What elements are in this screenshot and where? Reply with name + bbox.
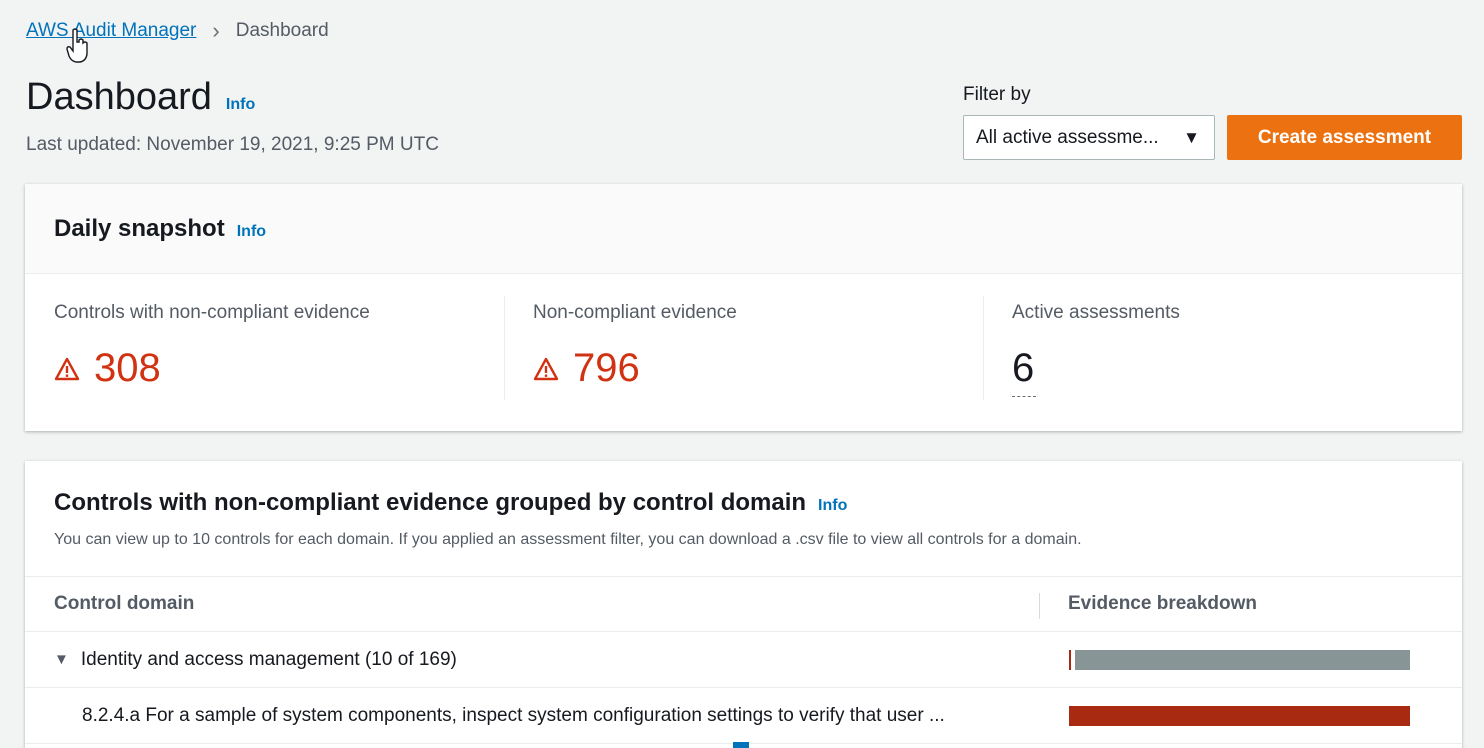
caret-expanded-icon[interactable]: ▼ xyxy=(54,651,69,668)
domain-label: Identity and access management (10 of 16… xyxy=(80,648,457,670)
metric-label: Non-compliant evidence xyxy=(533,302,737,323)
metric-noncompliant-evidence: Non-compliant evidence 796 xyxy=(504,274,983,430)
metric-number: 6 xyxy=(1012,346,1035,390)
text-cursor-marker xyxy=(733,742,749,748)
control-label[interactable]: 8.2.4.a For a sample of system component… xyxy=(82,705,945,727)
bar-noncompliant-segment xyxy=(1069,650,1071,670)
evidence-breakdown-bar[interactable] xyxy=(1069,650,1410,670)
bar-noncompliant-segment xyxy=(1069,706,1410,726)
daily-snapshot-card: Daily snapshot Info Controls with non-co… xyxy=(25,184,1462,431)
metric-label: Controls with non-compliant evidence xyxy=(54,302,370,323)
control-cell: 8.2.4.a For a sample of system component… xyxy=(25,705,1039,727)
control-domain-description: You can view up to 10 controls for each … xyxy=(54,531,1082,548)
dotted-underline xyxy=(1012,391,1036,397)
page-title: Dashboard Info xyxy=(26,76,255,119)
control-domain-title-row: Controls with non-compliant evidence gro… xyxy=(54,489,1462,517)
breadcrumb-current: Dashboard xyxy=(235,20,329,41)
control-domain-title: Controls with non-compliant evidence gro… xyxy=(54,489,807,516)
evidence-breakdown-bar[interactable] xyxy=(1069,706,1410,726)
table-row[interactable]: 8.2.4.a For a sample of system component… xyxy=(25,688,1462,744)
filter-label: Filter by xyxy=(963,84,1031,105)
pointer-hand-cursor-icon xyxy=(66,28,88,63)
column-divider xyxy=(1039,593,1040,619)
last-updated-text: Last updated: November 19, 2021, 9:25 PM… xyxy=(26,134,439,155)
column-header-evidence-breakdown[interactable]: Evidence breakdown xyxy=(1039,593,1257,615)
page-title-text: Dashboard xyxy=(26,76,212,118)
chevron-right-icon: › xyxy=(212,18,220,43)
caret-down-icon: ▼ xyxy=(1183,127,1200,147)
metric-label: Active assessments xyxy=(1012,302,1180,323)
create-assessment-button[interactable]: Create assessment xyxy=(1227,115,1462,160)
daily-snapshot-title: Daily snapshot xyxy=(54,214,225,242)
metric-value[interactable]: 308 xyxy=(54,346,504,391)
filter-selected-value: All active assessme... xyxy=(976,126,1159,148)
metric-value[interactable]: 6 xyxy=(1012,346,1462,391)
control-domain-info-link[interactable]: Info xyxy=(818,497,847,515)
page-info-link[interactable]: Info xyxy=(226,96,255,114)
metric-noncompliant-controls: Controls with non-compliant evidence 308 xyxy=(25,274,504,430)
daily-snapshot-info-link[interactable]: Info xyxy=(237,223,266,241)
domain-cell: ▼ Identity and access management (10 of … xyxy=(25,649,1039,671)
column-header-control-domain[interactable]: Control domain xyxy=(25,593,1039,615)
metric-number: 308 xyxy=(94,346,161,390)
metric-value[interactable]: 796 xyxy=(533,346,983,391)
daily-snapshot-header: Daily snapshot Info xyxy=(25,184,1462,274)
warning-icon xyxy=(54,357,80,380)
table-header: Control domain Evidence breakdown xyxy=(25,576,1462,632)
breadcrumb-audit-manager-link[interactable]: AWS Audit Manager xyxy=(26,20,196,42)
assessment-filter-select[interactable]: All active assessme... ▼ xyxy=(963,115,1215,160)
control-domain-card: Controls with non-compliant evidence gro… xyxy=(25,461,1462,748)
metric-active-assessments: Active assessments 6 xyxy=(983,274,1462,430)
warning-icon xyxy=(533,357,559,380)
snapshot-metrics: Controls with non-compliant evidence 308… xyxy=(25,274,1462,430)
bar-other-segment xyxy=(1075,650,1410,670)
control-domain-header: Controls with non-compliant evidence gro… xyxy=(25,461,1462,576)
table-row[interactable]: ▼ Identity and access management (10 of … xyxy=(25,632,1462,688)
metric-number: 796 xyxy=(573,346,640,390)
